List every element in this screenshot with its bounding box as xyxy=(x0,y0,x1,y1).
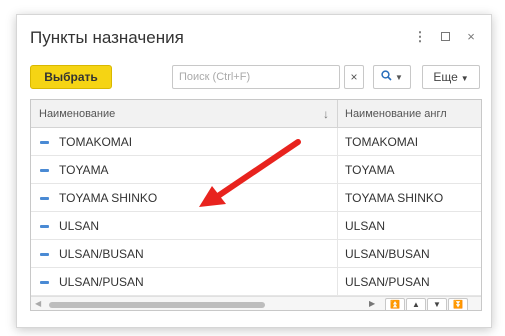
destinations-window: Пункты назначения ⋮ × Выбрать Поиск (Ctr… xyxy=(16,14,492,328)
more-button[interactable]: Еще ▼ xyxy=(422,65,480,89)
up-icon[interactable]: ▲ xyxy=(406,298,426,310)
table-row[interactable]: TOYAMA TOYAMA xyxy=(31,156,481,184)
chevron-down-icon: ▼ xyxy=(395,73,403,82)
cell-name-en: TOYAMA SHINKO xyxy=(345,191,444,205)
table-header: Наименование ↓ Наименование англ xyxy=(31,100,481,128)
horizontal-scrollbar[interactable]: ◀ ▶ ⏫ ▲ ▼ ⏬ xyxy=(31,296,481,310)
scrollbar-thumb[interactable] xyxy=(49,302,265,308)
cell-name-en: ULSAN/PUSAN xyxy=(345,275,430,289)
destinations-table: Наименование ↓ Наименование англ TOMAKOM… xyxy=(30,99,482,311)
dash-icon xyxy=(40,225,49,228)
close-icon[interactable]: × xyxy=(464,29,478,45)
table-row[interactable]: ULSAN ULSAN xyxy=(31,212,481,240)
cell-name: TOMAKOMAI xyxy=(59,135,133,149)
column-divider[interactable] xyxy=(337,100,338,128)
table-row[interactable]: TOMAKOMAI TOMAKOMAI xyxy=(31,128,481,156)
search-input[interactable]: Поиск (Ctrl+F) xyxy=(172,65,340,89)
cell-name: ULSAN/BUSAN xyxy=(59,247,144,261)
magnifier-icon xyxy=(381,70,392,81)
search-clear-button[interactable]: × xyxy=(344,65,364,89)
maximize-icon[interactable] xyxy=(438,29,452,45)
window-title: Пункты назначения xyxy=(30,28,184,47)
cell-name: TOYAMA xyxy=(59,163,109,177)
dash-icon xyxy=(40,253,49,256)
cell-name-en: TOMAKOMAI xyxy=(345,135,419,149)
more-actions-icon[interactable]: ⋮ xyxy=(413,29,427,45)
table-row[interactable]: ULSAN/BUSAN ULSAN/BUSAN xyxy=(31,240,481,268)
title-bar: Пункты назначения ⋮ × xyxy=(17,15,491,59)
table-row[interactable]: TOYAMA SHINKO TOYAMA SHINKO xyxy=(31,184,481,212)
cell-name-en: ULSAN/BUSAN xyxy=(345,247,430,261)
search-button[interactable]: ▼ xyxy=(373,65,411,89)
column-header-name[interactable]: Наименование xyxy=(39,100,115,128)
cell-name-en: ULSAN xyxy=(345,219,386,233)
cell-name: ULSAN xyxy=(59,219,100,233)
cell-name: ULSAN/PUSAN xyxy=(59,275,144,289)
scroll-left-icon[interactable]: ◀ xyxy=(35,299,41,308)
cell-name: TOYAMA SHINKO xyxy=(59,191,158,205)
first-icon[interactable]: ⏫ xyxy=(385,298,405,310)
chevron-down-icon: ▼ xyxy=(460,74,469,83)
select-button[interactable]: Выбрать xyxy=(30,65,112,89)
dash-icon xyxy=(40,281,49,284)
dash-icon xyxy=(40,197,49,200)
table-body: TOMAKOMAI TOMAKOMAI TOYAMA TOYAMA TOYAMA… xyxy=(31,128,481,296)
table-row[interactable]: ULSAN/PUSAN ULSAN/PUSAN xyxy=(31,268,481,296)
toolbar: Выбрать Поиск (Ctrl+F) × ▼ Еще ▼ xyxy=(17,65,491,93)
more-button-label: Еще xyxy=(433,70,458,84)
sort-arrow-icon[interactable]: ↓ xyxy=(323,100,329,128)
down-icon[interactable]: ▼ xyxy=(427,298,447,310)
scroll-right-icon[interactable]: ▶ xyxy=(369,299,375,308)
dash-icon xyxy=(40,141,49,144)
last-icon[interactable]: ⏬ xyxy=(448,298,468,310)
column-header-name-en[interactable]: Наименование англ xyxy=(345,100,447,128)
cell-name-en: TOYAMA xyxy=(345,163,395,177)
dash-icon xyxy=(40,169,49,172)
